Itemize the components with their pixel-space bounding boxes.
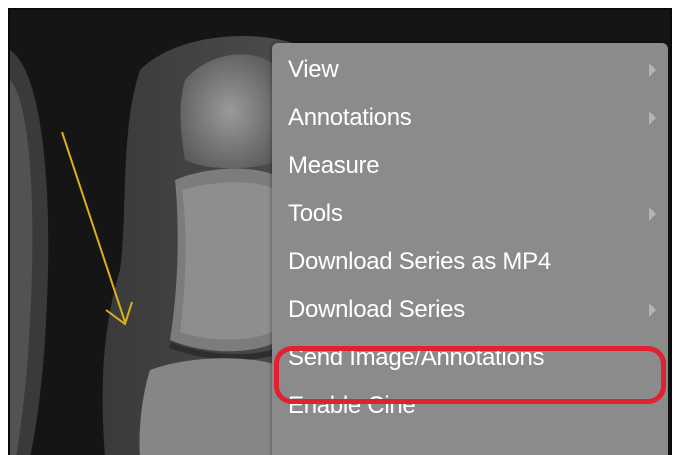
menu-item-annotations[interactable]: Annotations (272, 95, 668, 141)
submenu-arrow-icon (649, 303, 656, 317)
menu-item-label: Download Series (288, 296, 465, 323)
menu-item-label: Annotations (288, 104, 412, 131)
menu-item-download-series[interactable]: Download Series (272, 287, 668, 333)
menu-item-tools[interactable]: Tools (272, 191, 668, 237)
menu-item-label: Tools (288, 200, 343, 227)
menu-item-label: Enable Cine (288, 392, 416, 419)
menu-item-enable-cine[interactable]: Enable Cine (272, 383, 668, 429)
submenu-arrow-icon (649, 207, 656, 221)
dicom-viewer-frame: View Annotations Measure Tools Download … (8, 8, 672, 455)
context-menu: View Annotations Measure Tools Download … (272, 43, 668, 455)
menu-item-view[interactable]: View (272, 47, 668, 93)
menu-item-measure[interactable]: Measure (272, 143, 668, 189)
menu-item-label: Send Image/Annotations (288, 344, 545, 371)
menu-item-label: Download Series as MP4 (288, 248, 551, 275)
submenu-arrow-icon (649, 63, 656, 77)
menu-item-send-image-annotations[interactable]: Send Image/Annotations (272, 335, 668, 381)
menu-item-download-mp4[interactable]: Download Series as MP4 (272, 239, 668, 285)
menu-item-label: View (288, 56, 339, 83)
menu-item-label: Measure (288, 152, 380, 179)
submenu-arrow-icon (649, 111, 656, 125)
